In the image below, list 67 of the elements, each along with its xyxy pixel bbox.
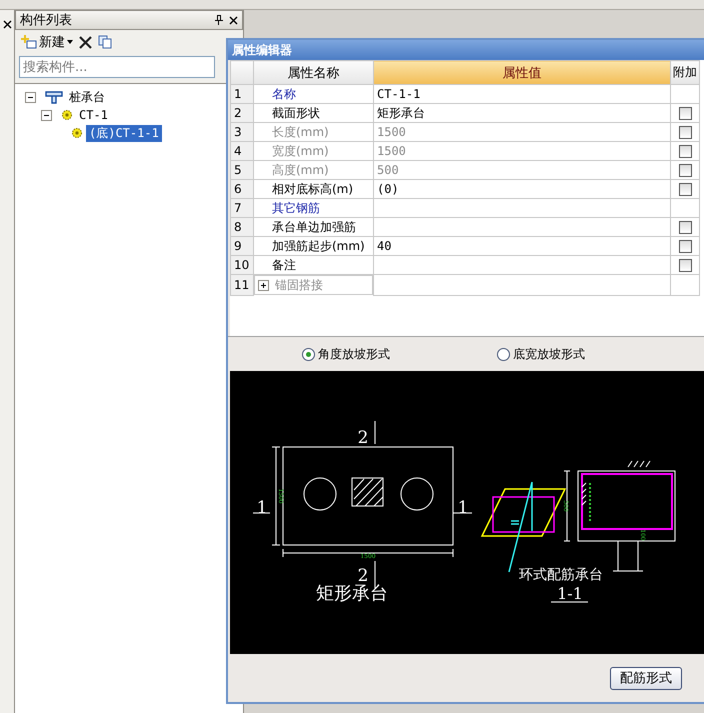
new-button[interactable]: 新建 — [21, 33, 73, 51]
section-mark: 2 — [358, 566, 368, 586]
row-number: 10 — [230, 256, 254, 274]
checkbox[interactable] — [678, 144, 692, 158]
row-number: 11 — [230, 274, 254, 295]
radio-button[interactable] — [302, 348, 315, 360]
checkbox[interactable] — [678, 164, 692, 176]
checkbox[interactable] — [678, 106, 692, 120]
rebar-style-button[interactable]: 配筋形式 — [610, 666, 682, 690]
property-name: 备注 — [254, 256, 374, 274]
row-number: 8 — [230, 218, 254, 236]
pin-icon[interactable] — [215, 15, 223, 25]
property-value[interactable]: 矩形承台 — [374, 104, 670, 122]
search-field[interactable]: 搜索构件... — [19, 56, 215, 78]
property-name: 高度(mm) — [254, 160, 374, 180]
caret-icon — [67, 40, 73, 44]
row-number: 5 — [230, 160, 254, 180]
radio-button[interactable] — [497, 348, 510, 360]
property-name: 其它钢筋 — [254, 198, 374, 218]
column-header: 附加 — [670, 60, 700, 84]
property-name: 承台单边加强筋 — [254, 218, 374, 236]
gear-icon — [71, 127, 83, 139]
property-name: 长度(mm) — [254, 122, 374, 142]
section-label: 1-1 — [557, 584, 583, 603]
property-value[interactable]: CT-1-1 — [374, 84, 670, 104]
row-number: 3 — [230, 122, 254, 142]
delete-icon[interactable] — [79, 36, 92, 48]
tree-item[interactable]: 桩承台 — [66, 88, 108, 106]
pile-cap-icon — [45, 90, 63, 104]
checkbox[interactable] — [678, 182, 692, 196]
drawing-caption: 环式配筋承台 — [519, 567, 603, 583]
copy-icon[interactable] — [98, 35, 112, 49]
property-name: 名称 — [254, 84, 374, 104]
checkbox[interactable] — [678, 126, 692, 138]
property-name: 截面形状 — [254, 104, 374, 122]
row-number: 9 — [230, 236, 254, 256]
collapse-toggle[interactable] — [41, 110, 52, 120]
checkbox[interactable] — [678, 240, 692, 252]
radio-option[interactable]: 底宽放坡形式 — [497, 346, 692, 362]
row-number: 4 — [230, 142, 254, 160]
collapse-toggle[interactable] — [25, 92, 36, 102]
panel-title: 构件列表 — [20, 12, 73, 29]
dialog-title: 属性编辑器 — [232, 42, 293, 58]
tree-item[interactable]: (底)CT-1-1 — [86, 124, 162, 142]
radio-option[interactable]: 角度放坡形式 — [302, 346, 497, 362]
property-name: 宽度(mm) — [254, 142, 374, 160]
drawing-caption: 矩形承台 — [316, 583, 388, 604]
row-number: 7 — [230, 198, 254, 218]
property-value[interactable]: (0) — [374, 180, 670, 198]
column-header: 属性名称 — [254, 60, 374, 84]
tree-item[interactable]: CT-1 — [76, 108, 111, 122]
property-name: 相对底标高(m) — [254, 180, 374, 198]
close-icon[interactable] — [2, 20, 12, 29]
section-mark: 2 — [358, 428, 368, 448]
gear-icon — [61, 109, 73, 121]
new-item-icon — [21, 35, 37, 49]
close-icon[interactable] — [229, 16, 238, 24]
row-number: 2 — [230, 104, 254, 122]
property-name: 加强筋起步(mm) — [254, 236, 374, 256]
checkbox[interactable] — [678, 220, 692, 234]
checkbox[interactable] — [678, 258, 692, 272]
expand-toggle[interactable] — [258, 280, 269, 290]
property-name: 锚固搭接 — [254, 275, 373, 295]
row-number: 6 — [230, 180, 254, 198]
row-number: 1 — [230, 84, 254, 104]
column-header: 属性值 — [374, 60, 670, 84]
property-value[interactable]: 40 — [374, 236, 670, 256]
